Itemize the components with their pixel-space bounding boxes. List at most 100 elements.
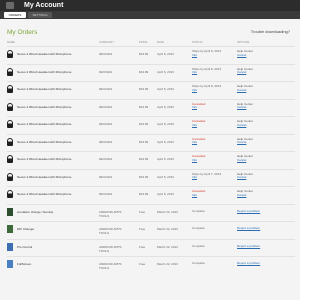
product-name[interactable]: FullScreen [17,262,31,266]
cancel-order-link[interactable]: Cancel [237,53,246,57]
cancel-order-link[interactable]: Cancel [237,140,246,144]
status-info-link[interactable]: Info [192,175,197,179]
order-status: Ships by April 8, 2013 Info [192,84,222,92]
order-options: Report a problem [237,209,260,214]
cancel-order-link[interactable]: Cancel [237,123,246,127]
table-row[interactable]: emulation change / Density ANDROID APPS TO… [7,203,295,219]
google-play-logo-icon[interactable] [6,2,14,9]
tab-settings[interactable]: SETTINGS [28,12,52,18]
order-options: Report a problem [237,226,260,231]
order-date: April 6, 2013 [157,174,174,179]
product-name[interactable]: Nexus 4 Wired Headset with Microphone [17,52,71,56]
cancel-order-link[interactable]: Cancel [237,105,246,109]
table-row[interactable]: Nexus 4 Wired Headset with Microphone DEV… [7,98,295,114]
order-options: Help Center Cancel [237,49,253,58]
product-name[interactable]: Pro Control [17,245,32,249]
order-options: Help Center Cancel [237,67,253,76]
table-row[interactable]: Nexus 4 Wired Headset with Microphone DEV… [7,168,295,184]
cancel-order-link[interactable]: Cancel [237,70,246,74]
status-info-link[interactable]: Info [192,53,197,57]
order-options: Help Center Cancel [237,189,253,198]
product-thumbnail-icon[interactable] [7,242,13,251]
status-info-link[interactable]: Info [192,70,197,74]
table-row[interactable]: Nexus 4 Wired Headset with Microphone DEV… [7,133,295,149]
status-info-link[interactable]: Info [192,123,197,127]
order-status: Complete [192,243,205,248]
cancel-order-link[interactable]: Cancel [237,193,246,197]
cancel-order-link[interactable]: Cancel [237,175,246,179]
trouble-downloading-link[interactable]: Trouble downloading? [251,29,290,34]
report-problem-link[interactable]: Report a problem [237,226,260,230]
product-name[interactable]: Nexus 4 Wired Headset with Microphone [17,140,71,144]
order-date: March 22, 2013 [157,262,178,266]
product-category: DEVICES [99,122,113,126]
product-category: DEVICES [99,104,113,109]
product-thumbnail-icon[interactable] [7,85,13,93]
order-status: Cancelled Info [192,136,206,145]
product-price: Free [139,244,146,249]
product-name[interactable]: Nexus 4 Wired Headset with Microphone [17,105,71,109]
table-row[interactable]: Nexus 4 Wired Headset with Microphone DEV… [7,116,295,131]
cancel-order-link[interactable]: Cancel [237,158,246,162]
order-status: Cancelled Info [192,154,206,162]
order-date: April 6, 2013 [157,139,174,144]
status-info-link[interactable]: Info [192,158,197,162]
order-date: April 6, 2013 [157,122,174,126]
product-name[interactable]: DPI Changer [17,227,34,231]
product-thumbnail-icon[interactable] [7,225,13,233]
report-problem-link[interactable]: Report a problem [237,261,260,265]
product-subcategory: TOOLS [99,248,110,253]
order-options: Help Center Cancel [237,154,253,163]
order-options: Help Center Cancel [237,102,253,111]
product-thumbnail-icon[interactable] [7,172,13,181]
product-name[interactable]: Nexus 4 Wired Headset with Microphone [17,157,71,161]
tab-orders[interactable]: ORDERS [4,12,26,18]
cancel-order-link[interactable]: Cancel [237,88,246,92]
top-bar: My Account [0,0,300,11]
status-info-link[interactable]: Info [192,105,197,109]
status-info-link[interactable]: Info [192,140,197,144]
product-thumbnail-icon[interactable] [7,67,13,76]
table-row[interactable]: FullScreen ANDROID APPS TOOLS Free March 22,… [7,256,295,271]
product-name[interactable]: Nexus 4 Wired Headset with Microphone [17,192,71,196]
order-status: Cancelled Info [192,189,206,197]
product-subcategory: TOOLS [99,231,110,235]
product-price: $19.99 [139,104,149,109]
product-price: Free [139,262,146,266]
order-options: Help Center Cancel [237,172,253,181]
product-category: DEVICES [99,69,113,74]
report-problem-link[interactable]: Report a problem [237,244,260,248]
product-thumbnail-icon[interactable] [7,207,13,216]
product-name[interactable]: emulation change / Density [17,210,53,214]
order-status: Complete [192,226,205,230]
product-name[interactable]: Nexus 4 Wired Headset with Microphone [17,122,71,126]
table-row[interactable]: Nexus 4 Wired Headset with Microphone DEV… [7,186,295,201]
status-info-link[interactable]: Info [192,193,197,197]
main-content: My Orders Trouble downloading? NAME CATE… [0,19,300,300]
product-thumbnail-icon[interactable] [7,155,13,163]
order-date: April 6, 2013 [157,69,174,74]
table-row[interactable]: Pro Control ANDROID APPS TOOLS Free March 22… [7,238,295,254]
status-info-link[interactable]: Info [192,88,197,92]
product-name[interactable]: Nexus 4 Wired Headset with Microphone [17,87,71,91]
product-thumbnail-icon[interactable] [7,190,13,198]
product-name[interactable]: Nexus 4 Wired Headset with Microphone [17,175,71,179]
table-row[interactable]: Nexus 4 Wired Headset with Microphone DEV… [7,81,295,96]
product-thumbnail-icon[interactable] [7,120,13,128]
order-date: April 6, 2013 [157,52,174,56]
product-price: $19.99 [139,174,149,179]
table-row[interactable]: Nexus 4 Wired Headset with Microphone DEV… [7,46,295,61]
table-row[interactable]: Nexus 4 Wired Headset with Microphone DEV… [7,151,295,166]
table-row[interactable]: Nexus 4 Wired Headset with Microphone DEV… [7,63,295,79]
product-thumbnail-icon[interactable] [7,102,13,111]
product-thumbnail-icon[interactable] [7,260,13,268]
product-thumbnail-icon[interactable] [7,50,13,58]
order-status: Cancelled Info [192,119,206,127]
order-options: Help Center Cancel [237,137,253,146]
product-thumbnail-icon[interactable] [7,137,13,146]
order-status: Ships by April 8, 2013 Info [192,66,222,75]
table-row[interactable]: DPI Changer ANDROID APPS TOOLS Free March 22… [7,221,295,236]
report-problem-link[interactable]: Report a problem [237,209,260,213]
column-header-category: CATEGORY [99,41,115,44]
product-name[interactable]: Nexus 4 Wired Headset with Microphone [17,70,71,74]
